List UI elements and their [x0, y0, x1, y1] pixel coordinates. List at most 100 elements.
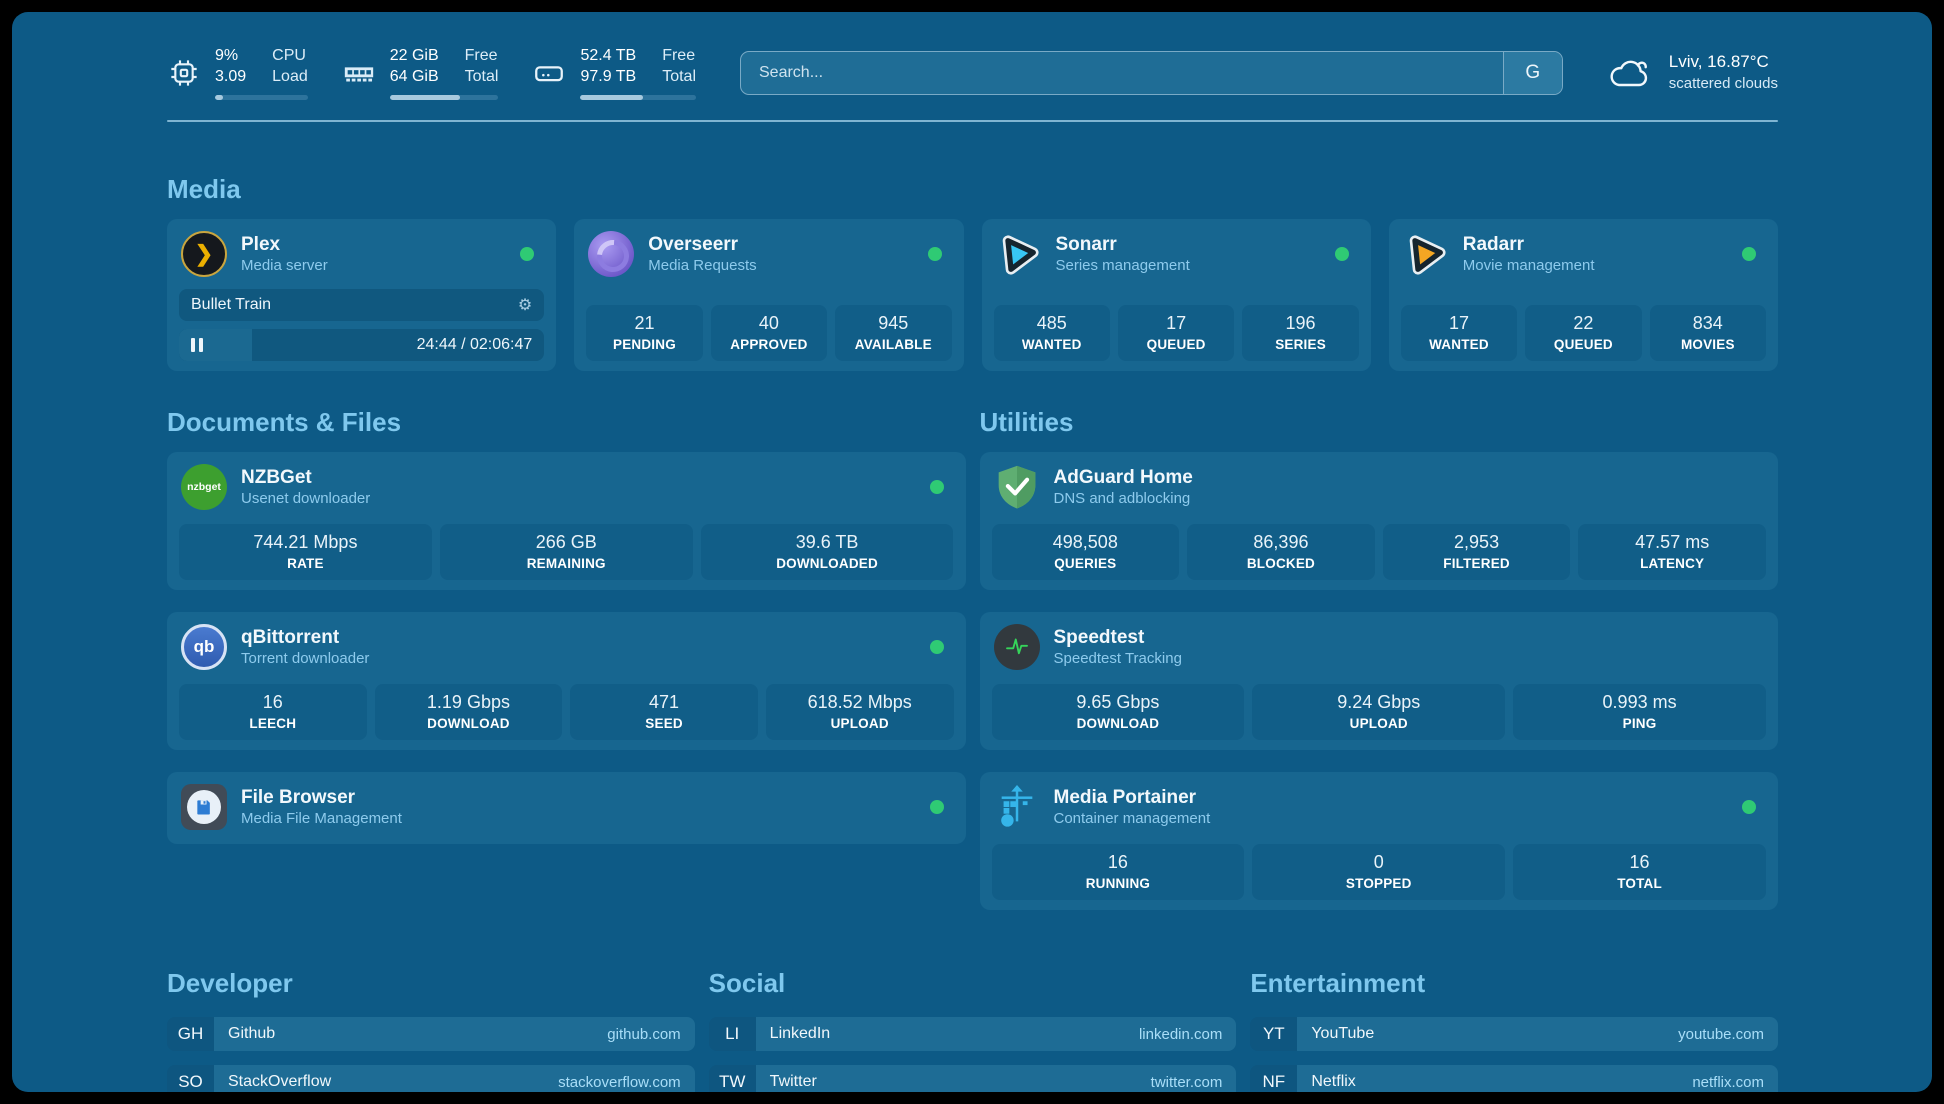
stackoverflow-name: StackOverflow	[228, 1073, 331, 1091]
section-title-entertainment: Entertainment	[1250, 968, 1778, 999]
qbittorrent-status-dot	[930, 640, 944, 654]
search-input[interactable]	[741, 52, 1503, 94]
adguard-icon	[994, 464, 1040, 510]
sonarr-stat-wanted: 485 WANTED	[994, 305, 1110, 361]
radarr-stat-wanted: 17 WANTED	[1401, 305, 1517, 361]
dashboard-page: 9% 3.09 CPU Load	[12, 12, 1932, 1092]
ram-progress-fill	[390, 95, 461, 100]
speedtest-icon	[994, 624, 1040, 670]
adguard-card[interactable]: AdGuard Home DNS and adblocking 498,508 …	[980, 452, 1779, 590]
qbittorrent-card[interactable]: qb qBittorrent Torrent downloader 16 LEE…	[167, 612, 966, 750]
radarr-icon	[1403, 231, 1449, 277]
adguard-stat-filtered: 2,953 FILTERED	[1383, 524, 1571, 580]
pause-icon[interactable]	[191, 338, 203, 352]
bookmark-stackoverflow[interactable]: SO StackOverflow stackoverflow.com	[167, 1065, 695, 1092]
portainer-status-dot	[1742, 800, 1756, 814]
youtube-url: youtube.com	[1678, 1026, 1764, 1043]
sonarr-stat-series: 196 SERIES	[1242, 305, 1358, 361]
adguard-subtitle: DNS and adblocking	[1054, 490, 1193, 509]
cpu-usage-value: 9%	[215, 46, 246, 67]
bookmarks-developer: Developer GH Github github.com SO StackO…	[167, 968, 695, 1092]
bookmark-twitter[interactable]: TW Twitter twitter.com	[709, 1065, 1237, 1092]
plex-subtitle: Media server	[241, 257, 328, 276]
bookmarks-social: Social LI LinkedIn linkedin.com TW Twitt…	[709, 968, 1237, 1092]
disk-progress-fill	[580, 95, 642, 100]
qbittorrent-icon: qb	[181, 624, 227, 670]
plex-now-playing-row: Bullet Train ⚙	[179, 289, 544, 321]
overseerr-stat-approved: 40 APPROVED	[711, 305, 827, 361]
section-title-media: Media	[167, 174, 1778, 205]
youtube-abbr: YT	[1250, 1017, 1297, 1051]
linkedin-url: linkedin.com	[1139, 1026, 1222, 1043]
filebrowser-name: File Browser	[241, 786, 402, 810]
github-url: github.com	[607, 1026, 680, 1043]
stackoverflow-abbr: SO	[167, 1065, 214, 1092]
search-provider-button[interactable]: G	[1503, 52, 1562, 94]
sonarr-stat-queued: 17 QUEUED	[1118, 305, 1234, 361]
plex-now-playing-title: Bullet Train	[191, 296, 271, 314]
overseerr-subtitle: Media Requests	[648, 257, 756, 276]
nzbget-card[interactable]: nzbget NZBGet Usenet downloader 744.21 M…	[167, 452, 966, 590]
bookmark-netflix[interactable]: NF Netflix netflix.com	[1250, 1065, 1778, 1092]
portainer-card[interactable]: Media Portainer Container management 16 …	[980, 772, 1779, 910]
bookmarks-entertainment: Entertainment YT YouTube youtube.com NF …	[1250, 968, 1778, 1092]
disk-progress-bar	[580, 95, 696, 100]
radarr-name: Radarr	[1463, 233, 1595, 257]
portainer-stat-total: 16 TOTAL	[1513, 844, 1766, 900]
adguard-stat-blocked: 86,396 BLOCKED	[1187, 524, 1375, 580]
qbittorrent-name: qBittorrent	[241, 626, 369, 650]
radarr-card[interactable]: Radarr Movie management 17 WANTED 22 QUE…	[1389, 219, 1778, 371]
qbittorrent-stat-upload: 618.52 Mbps UPLOAD	[766, 684, 954, 740]
cpu-load-value: 3.09	[215, 67, 246, 88]
netflix-name: Netflix	[1311, 1073, 1355, 1091]
nzbget-subtitle: Usenet downloader	[241, 490, 370, 509]
qbittorrent-stat-seed: 471 SEED	[570, 684, 758, 740]
nzbget-stat-downloaded: 39.6 TB DOWNLOADED	[701, 524, 954, 580]
cpu-progress-bar	[215, 95, 308, 100]
nzbget-icon: nzbget	[181, 464, 227, 510]
bookmark-youtube[interactable]: YT YouTube youtube.com	[1250, 1017, 1778, 1051]
linkedin-name: LinkedIn	[770, 1025, 831, 1043]
gear-icon[interactable]: ⚙	[518, 295, 532, 315]
system-stats: 9% 3.09 CPU Load	[167, 46, 696, 100]
speedtest-card[interactable]: Speedtest Speedtest Tracking 9.65 Gbps D…	[980, 612, 1779, 750]
adguard-stat-latency: 47.57 ms LATENCY	[1578, 524, 1766, 580]
radarr-stat-movies: 834 MOVIES	[1650, 305, 1766, 361]
bookmark-linkedin[interactable]: LI LinkedIn linkedin.com	[709, 1017, 1237, 1051]
radarr-subtitle: Movie management	[1463, 257, 1595, 276]
linkedin-abbr: LI	[709, 1017, 756, 1051]
nzbget-stat-rate: 744.21 Mbps RATE	[179, 524, 432, 580]
plex-name: Plex	[241, 233, 328, 257]
filebrowser-status-dot	[930, 800, 944, 814]
qbittorrent-stat-download: 1.19 Gbps DOWNLOAD	[375, 684, 563, 740]
sonarr-status-dot	[1335, 247, 1349, 261]
overseerr-stat-pending: 21 PENDING	[586, 305, 702, 361]
cloud-icon	[1607, 56, 1653, 90]
plex-time-display: 24:44 / 02:06:47	[417, 336, 533, 354]
cpu-icon	[167, 56, 201, 90]
plex-card[interactable]: ❯ Plex Media server Bullet Train ⚙ 24:44	[167, 219, 556, 371]
section-title-social: Social	[709, 968, 1237, 999]
filebrowser-card[interactable]: File Browser Media File Management	[167, 772, 966, 844]
portainer-stat-running: 16 RUNNING	[992, 844, 1245, 900]
speedtest-stat-upload: 9.24 Gbps UPLOAD	[1252, 684, 1505, 740]
ram-total-label: Total	[465, 67, 499, 88]
weather-condition: scattered clouds	[1669, 74, 1778, 94]
overseerr-status-dot	[928, 247, 942, 261]
twitter-name: Twitter	[770, 1073, 817, 1091]
sonarr-card[interactable]: Sonarr Series management 485 WANTED 17 Q…	[982, 219, 1371, 371]
overseerr-card[interactable]: Overseerr Media Requests 21 PENDING 40 A…	[574, 219, 963, 371]
documents-column: Documents & Files nzbget NZBGet Usenet d…	[167, 407, 966, 910]
overseerr-icon	[588, 231, 634, 277]
cpu-label: CPU	[272, 46, 308, 67]
cpu-progress-fill	[215, 95, 223, 100]
filebrowser-subtitle: Media File Management	[241, 810, 402, 829]
speedtest-stat-download: 9.65 Gbps DOWNLOAD	[992, 684, 1245, 740]
adguard-name: AdGuard Home	[1054, 466, 1193, 490]
bookmark-github[interactable]: GH Github github.com	[167, 1017, 695, 1051]
search-bar: G	[740, 51, 1563, 95]
weather-widget[interactable]: Lviv, 16.87°C scattered clouds	[1607, 51, 1778, 94]
sonarr-subtitle: Series management	[1056, 257, 1190, 276]
disk-free-label: Free	[662, 46, 696, 67]
qbittorrent-subtitle: Torrent downloader	[241, 650, 369, 669]
